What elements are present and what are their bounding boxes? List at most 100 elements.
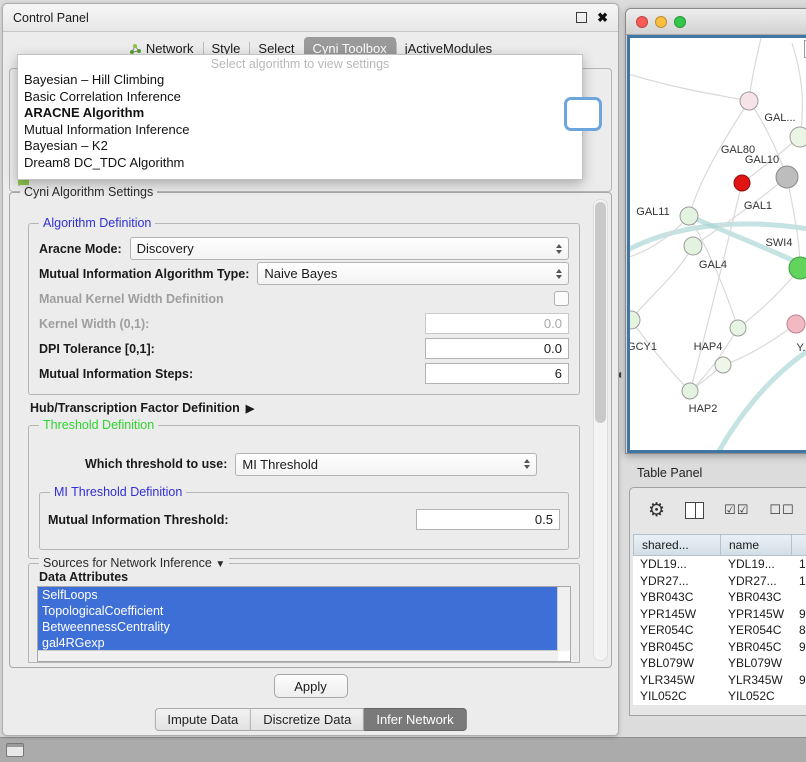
table-row[interactable]: YPR145WYPR145W9. — [633, 606, 806, 623]
algorithm-definition-title: Algorithm Definition — [39, 216, 155, 230]
minimize-traffic-light[interactable] — [655, 16, 667, 28]
mi-threshold-field[interactable]: 0.5 — [416, 509, 560, 530]
aracne-mode-value: Discovery — [137, 241, 550, 256]
network-node[interactable] — [789, 257, 806, 279]
network-node[interactable] — [787, 315, 805, 333]
network-node[interactable] — [730, 320, 746, 336]
network-graph[interactable]: GAL...GAL80GAL10GAL11GAL1SWI4GAL4GCY1HAP… — [630, 38, 806, 453]
close-traffic-light[interactable] — [636, 16, 648, 28]
edge[interactable] — [631, 320, 690, 391]
table-cell — [792, 655, 806, 672]
network-node[interactable] — [740, 92, 758, 110]
network-node[interactable] — [734, 175, 750, 191]
gear-icon[interactable]: ⚙ — [648, 501, 665, 520]
kernel-width-field[interactable]: 0.0 — [425, 313, 569, 334]
table-cell: 13 — [792, 556, 806, 573]
dpi-tolerance-field[interactable]: 0.0 — [425, 338, 569, 359]
algorithm-option[interactable]: ARACNE Algorithm — [18, 105, 582, 122]
network-node[interactable] — [684, 237, 702, 255]
table-cell: YIL052C — [721, 688, 792, 705]
manual-kernel-checkbox[interactable] — [554, 291, 569, 306]
algorithm-option[interactable]: Bayesian – Hill Climbing — [18, 72, 582, 89]
table-panel: ⚙ ☑☑ ☐☐ shared...name YDL19...YDL19...13… — [629, 487, 806, 716]
bottom-tab-impute-data[interactable]: Impute Data — [154, 708, 251, 731]
edge[interactable] — [631, 246, 693, 320]
bottom-tab-discretize-data[interactable]: Discretize Data — [251, 708, 364, 731]
zoom-traffic-light[interactable] — [674, 16, 686, 28]
settings-group-title: Cyni Algorithm Settings — [20, 185, 157, 199]
manual-kernel-label: Manual Kernel Width Definition — [39, 292, 224, 306]
table-cell: 9. — [792, 606, 806, 623]
table-cell: 12 — [792, 573, 806, 590]
table-row[interactable]: YBL079WYBL079W — [633, 655, 806, 672]
table-row[interactable]: YDL19...YDL19...13 — [633, 556, 806, 573]
attribute-item[interactable]: gal4RGexp — [38, 635, 558, 651]
column-header[interactable] — [792, 534, 806, 556]
edge[interactable] — [749, 38, 762, 101]
network-node[interactable] — [630, 311, 640, 329]
minimized-panel-icon[interactable] — [6, 743, 24, 757]
table-row[interactable]: YBR045CYBR045C9. — [633, 639, 806, 656]
network-view-window: GAL...GAL80GAL10GAL11GAL1SWI4GAL4GCY1HAP… — [625, 8, 806, 454]
edge[interactable] — [689, 101, 749, 216]
mi-type-select[interactable]: Naive Bayes — [257, 262, 569, 285]
which-threshold-select[interactable]: MI Threshold — [235, 453, 537, 476]
list-horizontal-scrollbar[interactable] — [38, 650, 558, 661]
node-label: GAL... — [764, 112, 795, 124]
network-canvas[interactable]: GAL...GAL80GAL10GAL11GAL1SWI4GAL4GCY1HAP… — [627, 35, 806, 453]
data-attributes-label: Data Attributes — [39, 570, 128, 584]
control-panel-title: Control Panel — [13, 11, 89, 25]
settings-scrollbar-thumb[interactable] — [595, 202, 606, 423]
mi-threshold-row: Mutual Information Threshold: 0.5 — [48, 509, 560, 530]
network-node[interactable] — [776, 166, 798, 188]
aracne-mode-select[interactable]: Discovery — [130, 237, 569, 260]
apply-button[interactable]: Apply — [274, 674, 348, 698]
network-node[interactable] — [680, 207, 698, 225]
algorithm-option[interactable]: Dream8 DC_TDC Algorithm — [18, 155, 582, 172]
algorithm-dropdown: Select algorithm to view settings Bayesi… — [17, 54, 583, 180]
highlighted-edge[interactable] — [710, 338, 806, 453]
attribute-item[interactable]: SelfLoops — [38, 587, 558, 603]
network-window-titlebar[interactable] — [626, 9, 806, 35]
network-node[interactable] — [790, 127, 806, 147]
table-row[interactable]: YBR043CYBR043C — [633, 589, 806, 606]
table-row[interactable]: YDR27...YDR27...12 — [633, 573, 806, 590]
network-node[interactable] — [682, 383, 698, 399]
dpi-tolerance-label: DPI Tolerance [0,1]: — [39, 342, 155, 356]
data-attributes-rows: SelfLoopsTopologicalCoefficientBetweenne… — [38, 587, 558, 651]
close-icon[interactable]: ✖ — [597, 11, 608, 24]
select-all-icon[interactable]: ☑☑ — [724, 503, 749, 518]
column-header[interactable]: shared... — [633, 534, 721, 556]
settings-scrollbar[interactable] — [593, 199, 608, 661]
hub-definition-toggle[interactable]: Hub/Transcription Factor Definition ▶ — [30, 401, 254, 415]
algorithm-option[interactable]: Mutual Information Inference — [18, 122, 582, 139]
edge[interactable] — [690, 328, 738, 391]
focused-help-button[interactable] — [564, 97, 602, 131]
bottom-tab-infer-network[interactable]: Infer Network — [364, 708, 466, 731]
table-cell: 8. — [792, 622, 806, 639]
attribute-item[interactable]: BetweennessCentrality — [38, 619, 558, 635]
table-row[interactable]: YLR345WYLR345W9. — [633, 672, 806, 689]
table-row[interactable]: YIL052CYIL052C — [633, 688, 806, 705]
chevron-down-icon: ▼ — [215, 559, 225, 570]
mi-steps-label: Mutual Information Steps: — [39, 367, 193, 381]
table-row[interactable]: YER054CYER054C8. — [633, 622, 806, 639]
edge[interactable] — [630, 73, 749, 101]
attribute-item[interactable]: TopologicalCoefficient — [38, 603, 558, 619]
column-selector-icon[interactable] — [685, 502, 704, 519]
mi-steps-field[interactable]: 6 — [425, 363, 569, 384]
dpi-tolerance-row: DPI Tolerance [0,1]: 0.0 — [39, 336, 569, 361]
algorithm-option[interactable]: Bayesian – K2 — [18, 138, 582, 155]
list-vertical-scrollbar[interactable] — [557, 587, 570, 651]
float-window-icon[interactable] — [576, 12, 587, 23]
node-label: HAP4 — [694, 341, 723, 353]
network-node[interactable] — [715, 357, 731, 373]
dropdown-prompt: Select algorithm to view settings — [18, 55, 582, 72]
deselect-all-icon[interactable]: ☐☐ — [769, 503, 794, 518]
sources-group-title[interactable]: Sources for Network Inference ▼ — [39, 556, 229, 570]
algorithm-option[interactable]: Basic Correlation Inference — [18, 89, 582, 106]
mi-steps-row: Mutual Information Steps: 6 — [39, 361, 569, 386]
data-attributes-list[interactable]: SelfLoopsTopologicalCoefficientBetweenne… — [37, 586, 571, 662]
column-header[interactable]: name — [721, 534, 792, 556]
edge[interactable] — [787, 177, 800, 268]
